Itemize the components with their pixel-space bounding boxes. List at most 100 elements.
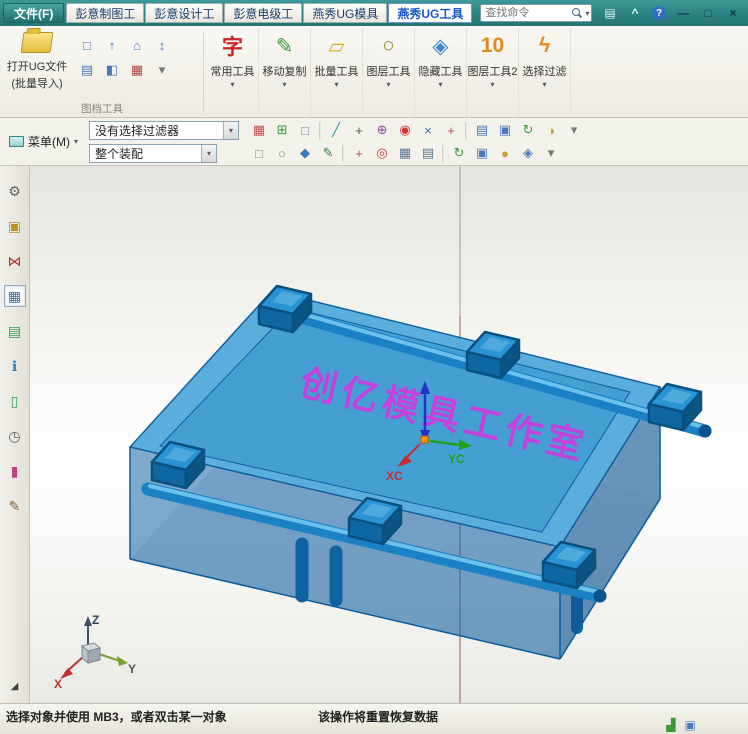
dropdown-arrow-icon[interactable]: [282, 80, 286, 89]
rect-select-icon[interactable]: □: [248, 143, 270, 163]
snap-quadrant-icon[interactable]: +: [440, 120, 462, 140]
menu-button[interactable]: 菜单(M): [3, 130, 84, 153]
toolbar-row-1: ▦ ⊞ □ │ ╱ + ⊕ ◉ × + │ ▤ ▣ ↻ ◑ ▾: [248, 120, 585, 140]
reuse-library-icon[interactable]: ▤: [4, 320, 26, 342]
open-part-icon[interactable]: □: [76, 34, 98, 56]
ribbon-button-icon: 字: [222, 36, 243, 59]
selection-scope-value: 整个装配: [95, 146, 144, 161]
help-icon[interactable]: ?: [652, 6, 666, 20]
dropdown-arrow-icon[interactable]: [386, 80, 390, 89]
3d-model-view[interactable]: 创亿模具工作室 XC YC Z Y X: [30, 166, 748, 703]
compare-part-icon[interactable]: ◧: [101, 59, 123, 81]
print-icon[interactable]: ▦: [126, 59, 148, 81]
palette-icon[interactable]: ▮: [4, 460, 26, 482]
open-ug-file-button[interactable]: 打开UG文件 (批量导入): [4, 28, 70, 101]
roles-gear-icon[interactable]: ⚙: [4, 180, 26, 202]
network-status-icon[interactable]: ▟: [666, 718, 675, 732]
snapshot-icon[interactable]: ▣: [471, 143, 493, 163]
top-border-bar: 菜单(M) 没有选择过滤器 整个装配 ▦⊞□│╱+⊕◉×+│▤▣↻◑▾ □○◆✎…: [0, 118, 748, 166]
ribbon-button-icon: 10: [480, 34, 505, 57]
clipboard-status-icon[interactable]: ▣: [685, 718, 696, 732]
snap-circle-icon[interactable]: ◉: [394, 120, 416, 140]
command-search-input[interactable]: [485, 7, 571, 19]
home-dir-icon[interactable]: ⌂: [126, 34, 148, 56]
layer-tools-button[interactable]: ○ 图层工具: [363, 28, 415, 117]
selection-scope-combo[interactable]: 整个装配: [89, 143, 218, 163]
snap-point-icon[interactable]: +: [348, 120, 370, 140]
display-panel-icon[interactable]: ▤: [471, 120, 493, 140]
more-doc-tools-icon[interactable]: ▾: [151, 59, 173, 81]
constraint-navigator-icon[interactable]: ⋈: [4, 250, 26, 272]
dropdown-arrow-icon[interactable]: [334, 80, 338, 89]
notes-icon[interactable]: ▯: [4, 390, 26, 412]
select-filter-button[interactable]: ϟ 选择过滤: [519, 28, 571, 117]
calculator-icon[interactable]: ▤: [417, 143, 439, 163]
part-navigator-icon[interactable]: ▦: [3, 285, 26, 307]
ribbon-button-label: 批量工具: [314, 66, 359, 78]
dropdown-arrow-icon[interactable]: [438, 80, 442, 89]
grid-table-icon[interactable]: ▦: [394, 143, 416, 163]
row1-more-icon[interactable]: ▾: [563, 120, 585, 140]
web-browser-icon[interactable]: ℹ: [4, 355, 26, 377]
orient-sphere-icon[interactable]: ●: [494, 143, 516, 163]
status-prompt-text: 选择对象并使用 MB3，或者双击某一对象: [6, 710, 227, 724]
iso-cube-icon[interactable]: ◆: [294, 143, 316, 163]
search-icon[interactable]: [572, 7, 583, 19]
maximize-icon[interactable]: □: [696, 4, 720, 22]
ribbon-layout-icon[interactable]: ▤: [598, 4, 622, 22]
dropdown-arrow-icon[interactable]: [490, 80, 494, 89]
shaded-sphere-icon[interactable]: ◑: [540, 120, 562, 140]
mold-plate-model[interactable]: [128, 284, 712, 660]
csys-icon[interactable]: +: [348, 143, 370, 163]
save-part-icon[interactable]: ▤: [76, 59, 98, 81]
history-clock-icon[interactable]: ◷: [4, 425, 26, 447]
export-part-icon[interactable]: ↑: [101, 34, 123, 56]
graphics-viewport[interactable]: 创亿模具工作室 XC YC Z Y X: [30, 166, 748, 703]
search-dropdown-icon[interactable]: [585, 9, 589, 18]
hide-tools-button[interactable]: ◈ 隐藏工具: [415, 28, 467, 117]
view-window-icon[interactable]: ▣: [494, 120, 516, 140]
sidebar-expand-icon[interactable]: ◢: [4, 675, 26, 697]
pencil-icon[interactable]: ✎: [317, 143, 339, 163]
snap-intersection-icon[interactable]: ×: [417, 120, 439, 140]
measure-icon[interactable]: ◈: [517, 143, 539, 163]
separator: │: [339, 145, 348, 161]
selection-filter-combo[interactable]: 没有选择过滤器: [89, 120, 240, 140]
common-tools-button[interactable]: 字 常用工具: [207, 28, 259, 117]
grid-snap-icon[interactable]: ▦: [248, 120, 270, 140]
snap-center-icon[interactable]: ⊕: [371, 120, 393, 140]
profile-line-icon[interactable]: ╱: [325, 120, 347, 140]
tab-pengyi-design[interactable]: 彭意设计工: [145, 3, 224, 23]
close-icon[interactable]: ×: [721, 4, 745, 22]
brush-icon[interactable]: ✎: [4, 495, 26, 517]
tab-pengyi-electrode[interactable]: 彭意电级工: [224, 3, 303, 23]
add-component-icon[interactable]: ⊞: [271, 120, 293, 140]
move-copy-button[interactable]: ✎ 移动复制: [259, 28, 311, 117]
minimize-icon[interactable]: —: [671, 4, 695, 22]
lasso-select-icon[interactable]: ○: [271, 143, 293, 163]
layer-tools2-button[interactable]: 10 图层工具2: [467, 28, 519, 117]
resource-bar: ⚙ ▣ ⋈ ▦ ▤ ℹ ▯ ◷ ▮ ✎ ◢: [0, 166, 30, 703]
tab-yanxiu-tools[interactable]: 燕秀UG工具: [388, 3, 473, 23]
row2-more-icon[interactable]: ▾: [540, 143, 562, 163]
ribbon-button-label: 常用工具: [210, 66, 255, 78]
combo-dropdown-icon[interactable]: [223, 121, 239, 139]
window-select-icon[interactable]: □: [294, 120, 316, 140]
tab-pengyi-drafting[interactable]: 彭意制图工: [66, 3, 145, 23]
tab-yanxiu-mold[interactable]: 燕秀UG模具: [303, 3, 388, 23]
batch-tools-button[interactable]: ▱ 批量工具: [311, 28, 363, 117]
dropdown-arrow-icon[interactable]: [230, 80, 234, 89]
status-operation-text: 该操作将重置恢复数据: [318, 710, 439, 724]
rotate-view-icon[interactable]: ↻: [517, 120, 539, 140]
ribbon-button-label: 图层工具2: [467, 66, 518, 78]
dropdown-arrow-icon[interactable]: [542, 80, 546, 89]
transfer-icon[interactable]: ↕: [151, 34, 173, 56]
combo-dropdown-icon[interactable]: [201, 144, 217, 162]
assembly-navigator-icon[interactable]: ▣: [4, 215, 26, 237]
minimize-ribbon-icon[interactable]: ^: [623, 4, 647, 22]
ribbon-button-label: 图层工具: [366, 66, 411, 78]
target-point-icon[interactable]: ◎: [371, 143, 393, 163]
file-menu-button[interactable]: 文件(F): [3, 3, 65, 23]
refresh-icon[interactable]: ↻: [448, 143, 470, 163]
separator: │: [462, 122, 471, 138]
